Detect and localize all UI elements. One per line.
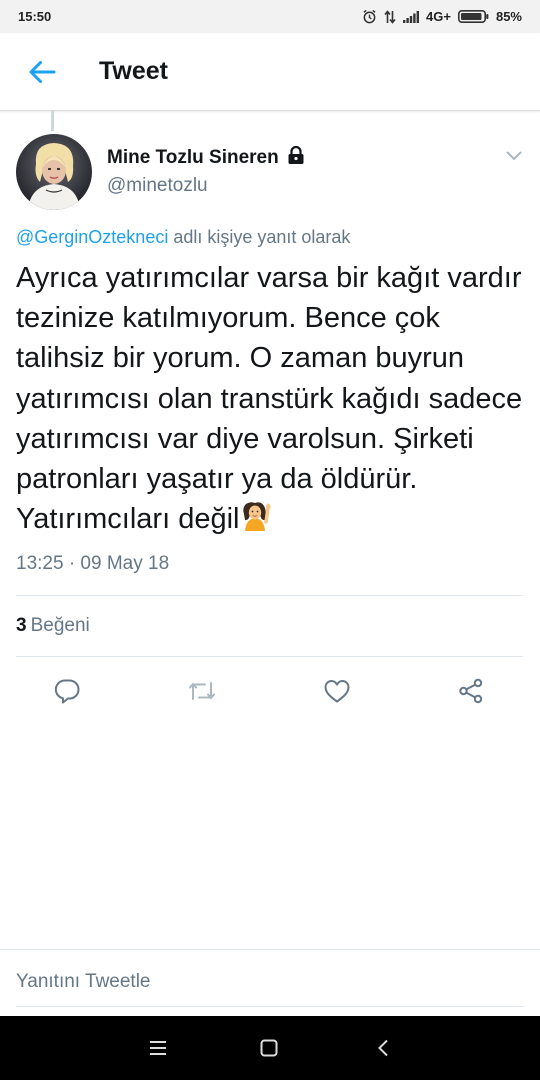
- battery-icon: [457, 10, 489, 23]
- share-button[interactable]: [454, 674, 488, 708]
- data-arrows-icon: [384, 9, 396, 24]
- battery-level: 85%: [495, 9, 522, 24]
- likes-count: 3: [16, 615, 27, 636]
- share-icon: [459, 678, 483, 704]
- avatar[interactable]: [16, 134, 92, 210]
- tweet-options-button[interactable]: [502, 144, 526, 168]
- divider: [16, 595, 523, 596]
- home-square-icon: [260, 1039, 278, 1057]
- author-name-row: Mine Tozlu Sineren: [107, 145, 305, 170]
- tweet-body: Ayrıca yatırımcılar varsa bir kağıt vard…: [16, 258, 526, 543]
- divider: [0, 949, 540, 950]
- status-time: 15:50: [18, 9, 52, 24]
- back-button[interactable]: [22, 52, 62, 92]
- reply-input[interactable]: Yanıtını Tweetle: [16, 971, 151, 993]
- likes-summary[interactable]: 3 Beğeni: [16, 615, 90, 637]
- app-bar: Tweet: [0, 33, 540, 111]
- alarm-icon: [362, 9, 377, 24]
- thread-connector-line: [51, 111, 54, 131]
- like-icon: [324, 680, 350, 703]
- tweet-timestamp: 13:25 · 09 May 18: [16, 553, 170, 574]
- signal-icon: [403, 10, 420, 23]
- reply-context: @GerginOztekneci adlı kişiye yanıt olara…: [16, 227, 350, 248]
- like-button[interactable]: [320, 674, 354, 708]
- likes-label: Beğeni: [30, 615, 90, 636]
- menu-button[interactable]: [142, 1032, 174, 1064]
- back-chevron-icon: [378, 1039, 388, 1057]
- tweet-actions: [0, 666, 540, 716]
- person-raising-hand-emoji: [239, 500, 272, 543]
- arrow-left-icon: [29, 60, 56, 83]
- home-button[interactable]: [253, 1032, 285, 1064]
- status-icons: 4G+ 85%: [362, 9, 522, 24]
- tweet-text: Ayrıca yatırımcılar varsa bir kağıt vard…: [16, 262, 523, 536]
- author-name[interactable]: Mine Tozlu Sineren: [107, 147, 279, 169]
- lock-icon: [287, 145, 305, 170]
- menu-icon: [150, 1041, 166, 1055]
- chevron-down-icon: [506, 151, 522, 161]
- reply-icon: [54, 679, 80, 704]
- system-back-button[interactable]: [367, 1032, 399, 1064]
- reply-input-underline: [16, 1006, 523, 1007]
- divider: [16, 656, 523, 657]
- reply-button[interactable]: [50, 674, 84, 708]
- page-title: Tweet: [99, 57, 168, 85]
- retweet-icon: [189, 682, 215, 700]
- reply-to-user-link[interactable]: @GerginOztekneci: [16, 227, 168, 247]
- tweet-author: Mine Tozlu Sineren @minetozlu: [16, 132, 524, 212]
- status-bar: 15:50 4G+ 85%: [0, 0, 540, 33]
- author-handle[interactable]: @minetozlu: [107, 175, 208, 197]
- reply-context-suffix: adlı kişiye yanıt olarak: [168, 227, 351, 247]
- network-type: 4G+: [426, 9, 451, 24]
- system-nav-bar: [0, 1016, 540, 1080]
- retweet-button[interactable]: [185, 674, 219, 708]
